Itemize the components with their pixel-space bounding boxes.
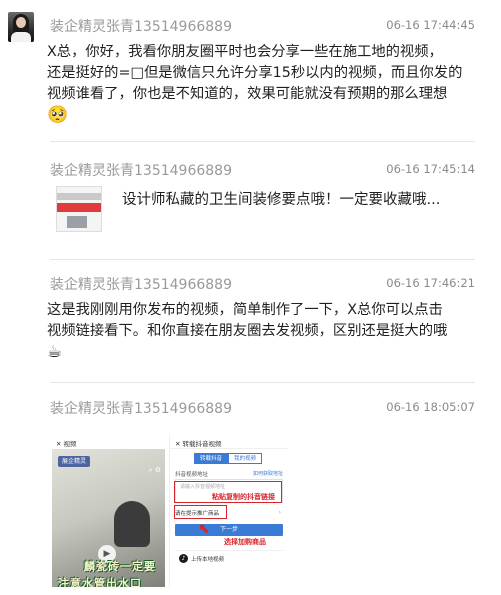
thumbnail-band (57, 193, 101, 200)
video-action-icons: ⌕ ⚙ (148, 466, 161, 474)
chevron-right-icon: › (278, 509, 281, 516)
repost-tabs: 转载抖音 我的视频 (194, 453, 263, 464)
chat-message: 装企精灵张青13514966889 06-16 17:44:45 X总，你好，我… (47, 16, 475, 127)
video-person (114, 501, 150, 547)
message-line: 视频谁看了，你也是不知道的，效果可能就没有预期的那么理想 (47, 86, 448, 102)
pleading-face-icon: 🥺 (47, 105, 69, 125)
link-title[interactable]: 设计师私藏的卫生间装修要点哦！一定要收藏哦... (122, 188, 475, 209)
video-chip: 展企精灵 (58, 456, 91, 467)
avatar-body (11, 32, 31, 42)
message-text[interactable]: X总，你好，我看你朋友圈平时也会分享一些在施工地的视频， 还是挺好的=□但是微信… (47, 42, 475, 127)
avatar[interactable] (8, 12, 34, 42)
message-time: 06-16 18:05:07 (386, 400, 475, 414)
avatar-face (16, 17, 26, 28)
message-line: 还是挺好的=□但是微信只允许分享15秒以内的视频，而且你发的 (47, 65, 463, 81)
message-text[interactable]: 这是我刚刚用你发布的视频，简单制作了一下，X总你可以点击 视频链接看下。和你直接… (47, 300, 475, 364)
divider (50, 141, 475, 142)
link-thumbnail[interactable] (56, 186, 102, 232)
field-label: 抖音视频地址 (175, 472, 209, 478)
arrow-icon: ⬉ (198, 521, 210, 537)
message-time: 06-16 17:44:45 (386, 18, 475, 32)
sender-name: 装企精灵张青13514966889 (50, 277, 232, 293)
field-hint: 如何获取地址 (252, 471, 283, 477)
video-page-title: 视频 (63, 440, 77, 448)
next-button: 下一步 (175, 524, 283, 536)
coffee-icon: ☕ (47, 342, 63, 362)
sender-name: 装企精灵张青13514966889 (50, 19, 232, 35)
screenshot-video-page: ✕ 视频 展企精灵 ⌕ ⚙ ▶ 麟瓷砖一定要 注意水管出水口 (52, 435, 165, 587)
video-caption: 注意水管出水口 (58, 577, 142, 587)
divider (50, 259, 475, 260)
sender-name: 装企精灵张青13514966889 (50, 163, 232, 179)
annotation-box (174, 505, 227, 519)
upload-local-video: ♪ 上传本地视频 (175, 550, 283, 566)
thumbnail-band (57, 203, 101, 212)
upload-label: 上传本地视频 (191, 557, 225, 563)
message-time: 06-16 17:46:21 (386, 276, 475, 290)
video-page-header: ✕ 视频 (52, 435, 165, 449)
tab-my-videos: 我的视频 (228, 453, 263, 464)
chat-message: 装企精灵张青13514966889 06-16 18:05:07 ✕ 视频 展企… (50, 398, 475, 593)
message-time: 06-16 17:45:14 (386, 162, 475, 176)
divider (50, 382, 475, 383)
image-attachment[interactable]: ✕ 视频 展企精灵 ⌕ ⚙ ▶ 麟瓷砖一定要 注意水管出水口 ✕ 转载抖音视频 … (52, 435, 288, 587)
tiktok-icon: ♪ (179, 554, 188, 563)
repost-page-title: 转载抖音视频 (182, 440, 222, 448)
message-line: X总，你好，我看你朋友圈平时也会分享一些在施工地的视频， (47, 44, 443, 60)
sender-name: 装企精灵张青13514966889 (50, 401, 232, 417)
annotation-text: 选择加购商品 (224, 538, 266, 546)
tab-repost: 转载抖音 (194, 453, 229, 464)
screenshot-repost-page: ✕ 转载抖音视频 转载抖音 我的视频 抖音视频地址 如何获取地址 请输入抖音视频… (169, 435, 288, 587)
chat-message: 装企精灵张青13514966889 06-16 17:45:14 设计师私藏的卫… (50, 160, 475, 240)
chat-message: 装企精灵张青13514966889 06-16 17:46:21 这是我刚刚用你… (47, 274, 475, 374)
message-line: 视频链接看下。和你直接在朋友圈去发视频，区别还是挺大的哦 (47, 323, 448, 339)
message-line: 这是我刚刚用你发布的视频，简单制作了一下，X总你可以点击 (47, 302, 443, 318)
thumbnail-band (67, 216, 87, 228)
annotation-text: 粘贴复制的抖音链接 (212, 493, 275, 501)
video-frame: 展企精灵 ⌕ ⚙ ▶ 麟瓷砖一定要 注意水管出水口 (52, 449, 165, 587)
video-caption: 麟瓷砖一定要 (84, 560, 156, 573)
repost-page-header: ✕ 转载抖音视频 (170, 435, 288, 449)
